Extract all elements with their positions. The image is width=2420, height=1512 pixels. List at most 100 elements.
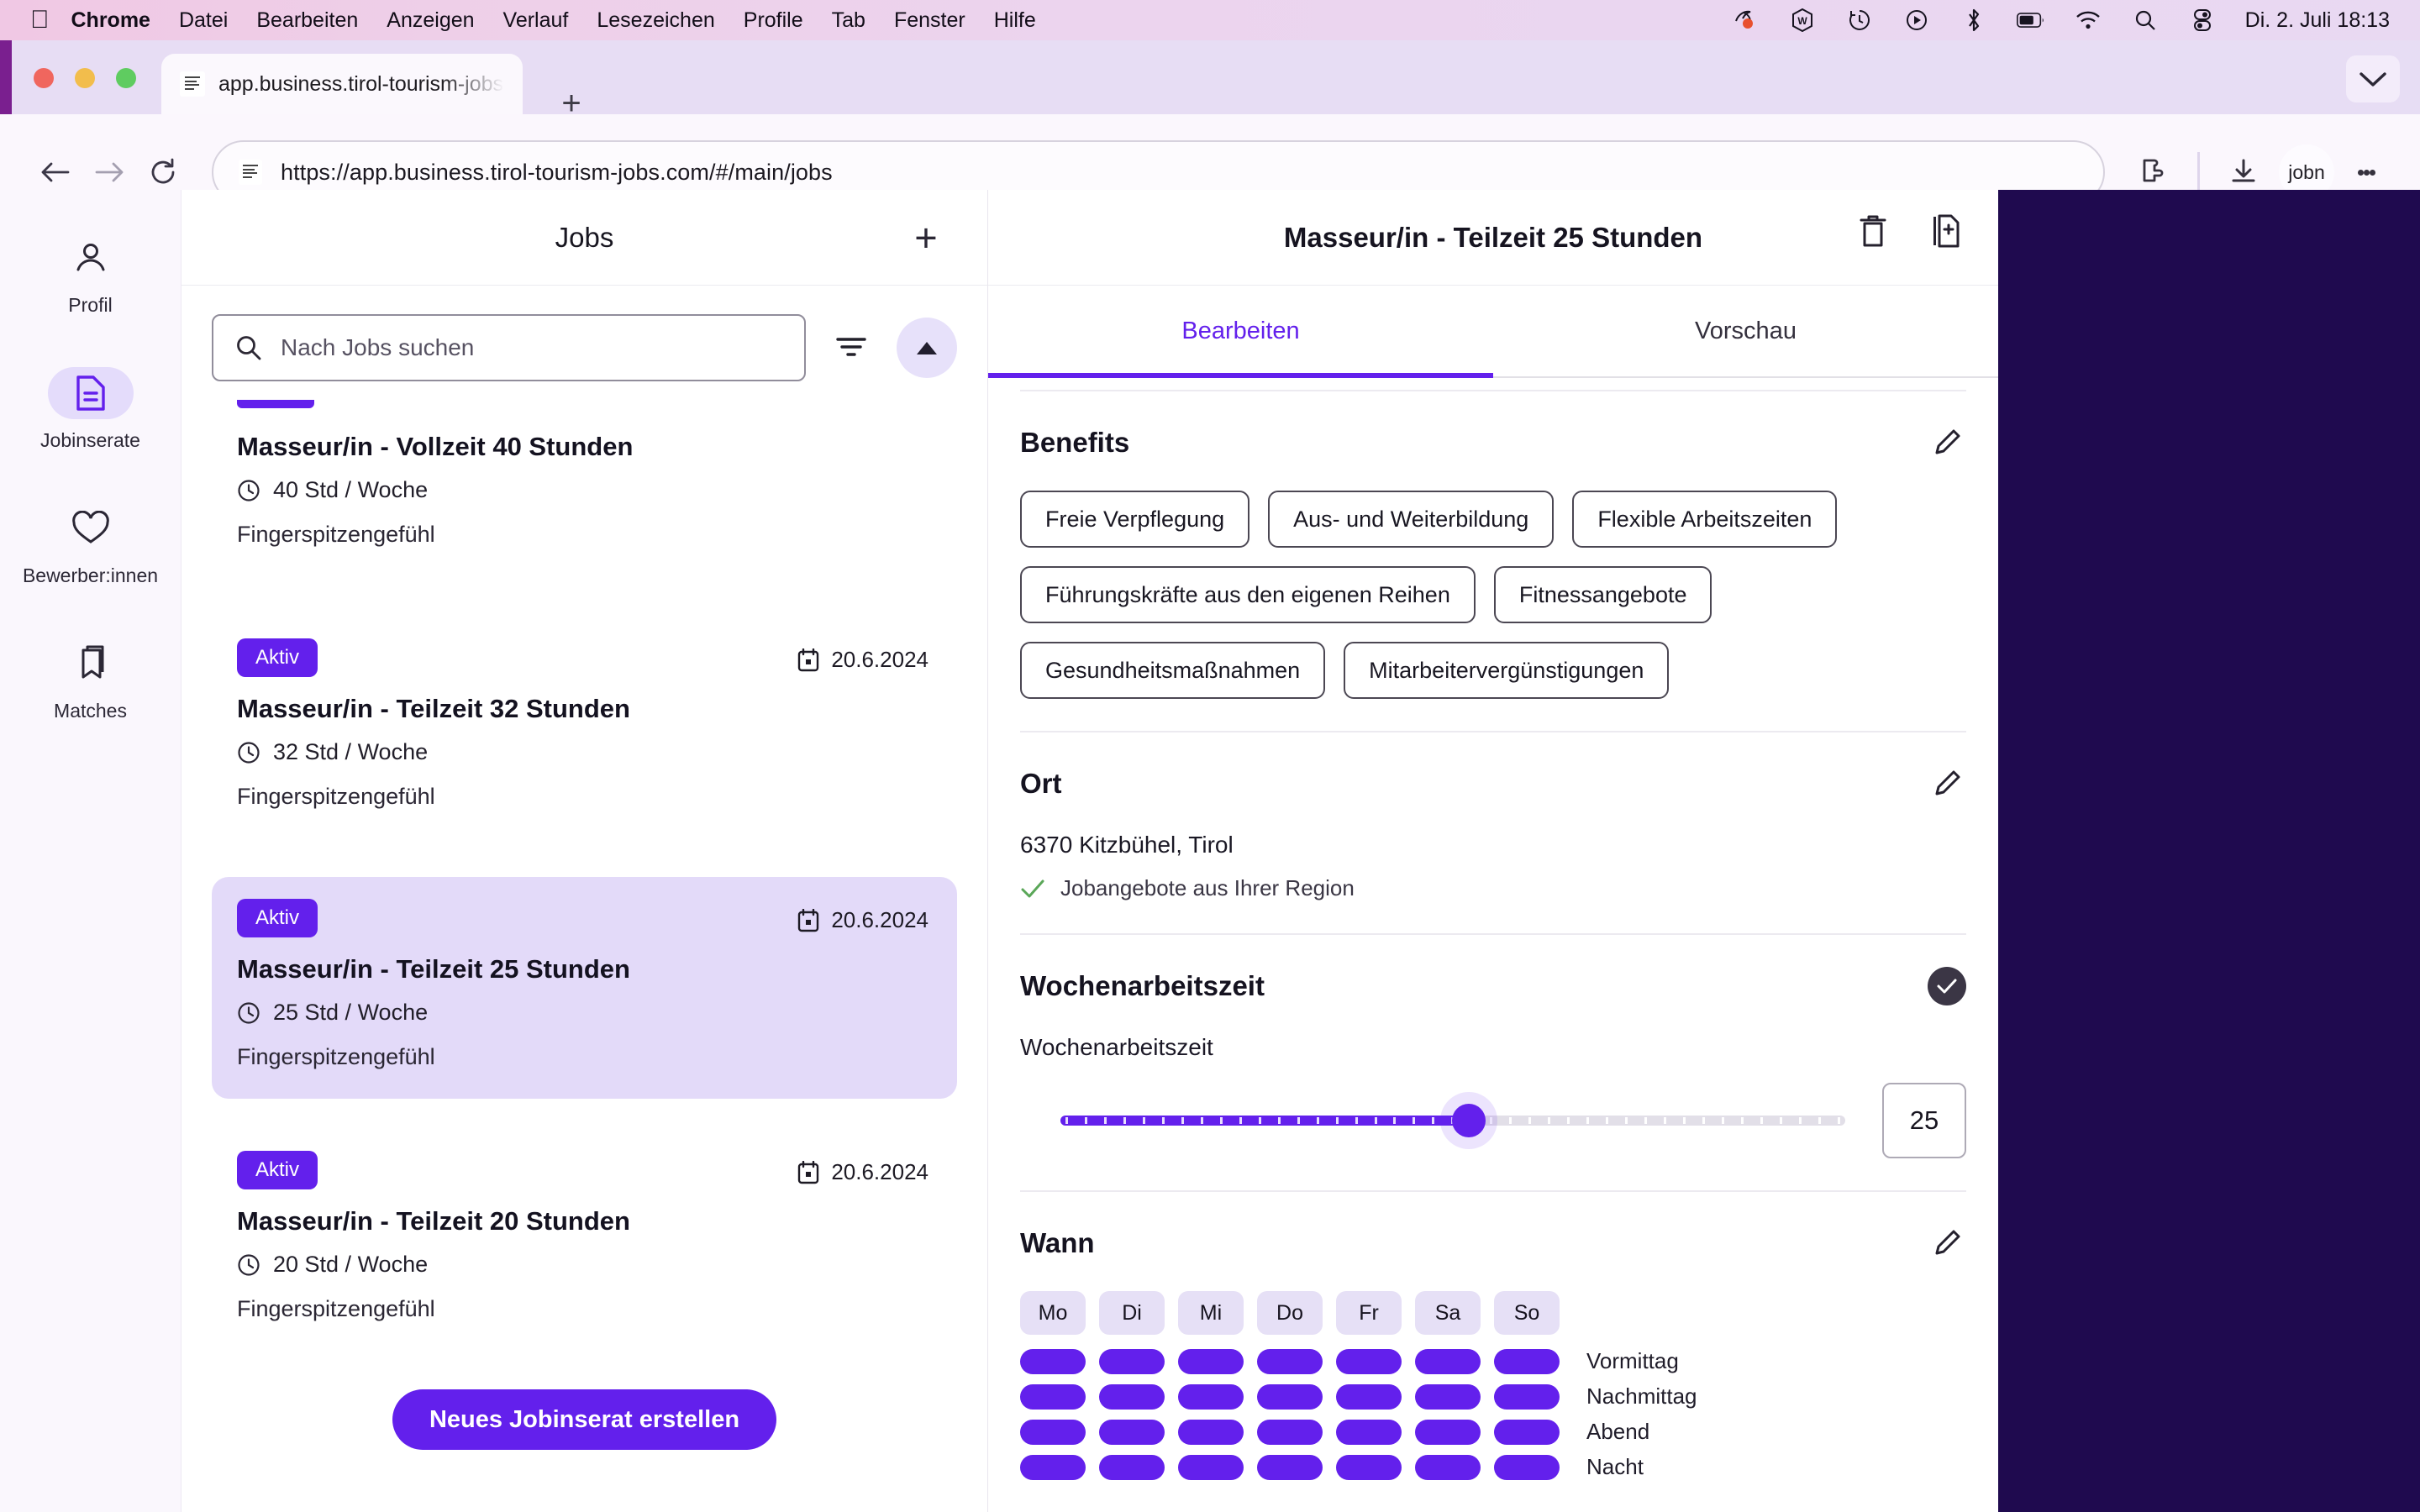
when-slot[interactable] <box>1178 1383 1244 1410</box>
wifi-icon[interactable] <box>2074 8 2102 33</box>
menu-lesezeichen[interactable]: Lesezeichen <box>597 8 714 33</box>
job-list-item[interactable]: Aktiv 20.6.2024 Masseur/in - Teilzeit 32… <box>212 617 957 838</box>
menu-chrome[interactable]: Chrome <box>71 8 150 33</box>
menu-verlauf[interactable]: Verlauf <box>503 8 569 33</box>
job-date: 20.6.2024 <box>797 1159 929 1185</box>
menu-profile[interactable]: Profile <box>744 8 803 33</box>
slider-knob[interactable] <box>1451 1104 1486 1137</box>
when-row-label: Nachmittag <box>1586 1383 1697 1409</box>
when-slot[interactable] <box>1020 1419 1086 1445</box>
sidebar-item-jobinserate[interactable]: Jobinserate <box>0 367 182 452</box>
duplicate-icon[interactable] <box>1926 212 1965 250</box>
when-slot[interactable] <box>1336 1419 1402 1445</box>
wallpaper-icon[interactable]: W <box>1788 8 1817 33</box>
edit-pencil-icon[interactable] <box>1928 423 1966 462</box>
when-slot[interactable] <box>1494 1419 1560 1445</box>
section-confirmed-check-icon[interactable] <box>1928 967 1966 1005</box>
edit-pencil-icon[interactable] <box>1928 764 1966 803</box>
benefit-chip[interactable]: Fitnessangebote <box>1493 566 1712 623</box>
when-schedule-grid: Mo Di Mi Do Fr Sa So Vormittag Nachmittag… <box>1020 1263 1966 1512</box>
when-slot[interactable] <box>1494 1348 1560 1374</box>
delete-icon[interactable] <box>1854 212 1892 250</box>
when-slot[interactable] <box>1099 1383 1165 1410</box>
detail-scroll-area[interactable]: Benefits Freie Verpflegung Aus- und Weit… <box>988 378 1998 1512</box>
benefit-chip[interactable]: Aus- und Weiterbildung <box>1268 491 1555 548</box>
when-slot[interactable] <box>1099 1454 1165 1480</box>
tab-list-chevron-down-icon[interactable] <box>2346 55 2400 102</box>
job-list-item[interactable]: Masseur/in - Vollzeit 40 Stunden 40 Std … <box>212 408 957 576</box>
minimize-window-button[interactable] <box>75 68 95 88</box>
job-list-item-selected[interactable]: Aktiv 20.6.2024 Masseur/in - Teilzeit 25… <box>212 877 957 1099</box>
when-slot[interactable] <box>1257 1348 1323 1374</box>
tab-vorschau[interactable]: Vorschau <box>1493 286 1998 376</box>
weekly-hours-slider[interactable] <box>1060 1091 1845 1150</box>
battery-icon[interactable] <box>2016 8 2045 33</box>
when-slot[interactable] <box>1020 1348 1086 1374</box>
when-slot[interactable] <box>1336 1454 1402 1480</box>
weekly-hours-slider-row: 25 <box>1020 1061 1966 1190</box>
add-job-button[interactable]: + <box>902 213 950 262</box>
bluetooth-icon[interactable] <box>1960 8 1988 33</box>
collapse-toggle-button[interactable] <box>897 318 957 378</box>
job-hours: 40 Std / Woche <box>237 477 932 503</box>
control-center-icon[interactable] <box>2188 8 2217 33</box>
when-slot[interactable] <box>1178 1454 1244 1480</box>
benefit-chip[interactable]: Gesundheitsmaßnahmen <box>1020 642 1326 699</box>
menu-datei[interactable]: Datei <box>179 8 228 33</box>
day-header-mo: Mo <box>1020 1291 1086 1335</box>
jobs-list-scroll[interactable]: Masseur/in - Vollzeit 40 Stunden 40 Std … <box>182 400 987 1389</box>
when-slot[interactable] <box>1415 1383 1481 1410</box>
job-date-label: 20.6.2024 <box>831 1159 929 1184</box>
clock-icon <box>238 479 260 501</box>
search-input[interactable]: Nach Jobs suchen <box>212 314 806 381</box>
when-slot[interactable] <box>1178 1419 1244 1445</box>
when-slot[interactable] <box>1020 1383 1086 1410</box>
benefit-chip[interactable]: Führungskräfte aus den eigenen Reihen <box>1020 566 1476 623</box>
menu-hilfe[interactable]: Hilfe <box>994 8 1036 33</box>
when-slot[interactable] <box>1257 1454 1323 1480</box>
menu-anzeigen[interactable]: Anzeigen <box>387 8 474 33</box>
edit-pencil-icon[interactable] <box>1928 1224 1966 1263</box>
when-slot[interactable] <box>1415 1419 1481 1445</box>
menu-bearbeiten[interactable]: Bearbeiten <box>256 8 358 33</box>
when-slot[interactable] <box>1257 1383 1323 1410</box>
benefit-chip[interactable]: Mitarbeitervergünstigungen <box>1344 642 1670 699</box>
site-favicon-icon <box>239 160 262 185</box>
benefit-chip[interactable]: Freie Verpflegung <box>1020 491 1250 548</box>
sidebar-item-bewerber[interactable]: Bewerber:innen <box>0 502 182 587</box>
menu-bar-clock[interactable]: Di. 2. Juli 18:13 <box>2245 8 2390 33</box>
benefit-chip[interactable]: Flexible Arbeitszeiten <box>1572 491 1838 548</box>
close-window-button[interactable] <box>34 68 54 88</box>
maximize-window-button[interactable] <box>116 68 136 88</box>
when-slot[interactable] <box>1415 1348 1481 1374</box>
when-slot[interactable] <box>1099 1419 1165 1445</box>
apple-menu-icon[interactable]:  <box>30 8 50 33</box>
browser-tab[interactable]: app.business.tirol-tourism-jobs.c <box>161 54 523 114</box>
status-badge: Aktiv <box>237 638 318 677</box>
tab-bearbeiten[interactable]: Bearbeiten <box>988 286 1493 378</box>
status-badge: Aktiv <box>237 899 318 937</box>
sidebar-item-profil[interactable]: Profil <box>0 232 182 317</box>
create-job-button[interactable]: Neues Jobinserat erstellen <box>392 1389 777 1450</box>
location-address: 6370 Kitzbühel, Tirol <box>1020 832 1234 858</box>
when-slot[interactable] <box>1336 1383 1402 1410</box>
when-slot[interactable] <box>1494 1454 1560 1480</box>
when-slot[interactable] <box>1415 1454 1481 1480</box>
when-slot[interactable] <box>1336 1348 1402 1374</box>
filter-icon[interactable] <box>828 324 875 371</box>
time-machine-icon[interactable] <box>1845 8 1874 33</box>
sidebar-item-matches[interactable]: Matches <box>0 638 182 722</box>
when-slot[interactable] <box>1257 1419 1323 1445</box>
job-list-item[interactable]: Aktiv 20.6.2024 Masseur/in - Teilzeit 20… <box>212 1129 957 1351</box>
when-slot[interactable] <box>1178 1348 1244 1374</box>
when-slot[interactable] <box>1020 1454 1086 1480</box>
when-slot[interactable] <box>1099 1348 1165 1374</box>
playback-icon[interactable] <box>1902 8 1931 33</box>
when-slot[interactable] <box>1494 1383 1560 1410</box>
menu-tab[interactable]: Tab <box>832 8 865 33</box>
spotlight-search-icon[interactable] <box>2131 8 2160 33</box>
menu-fenster[interactable]: Fenster <box>894 8 965 33</box>
vpn-icon[interactable] <box>1731 8 1760 33</box>
weekly-hours-value[interactable]: 25 <box>1882 1083 1966 1158</box>
day-header-so: So <box>1494 1291 1560 1335</box>
